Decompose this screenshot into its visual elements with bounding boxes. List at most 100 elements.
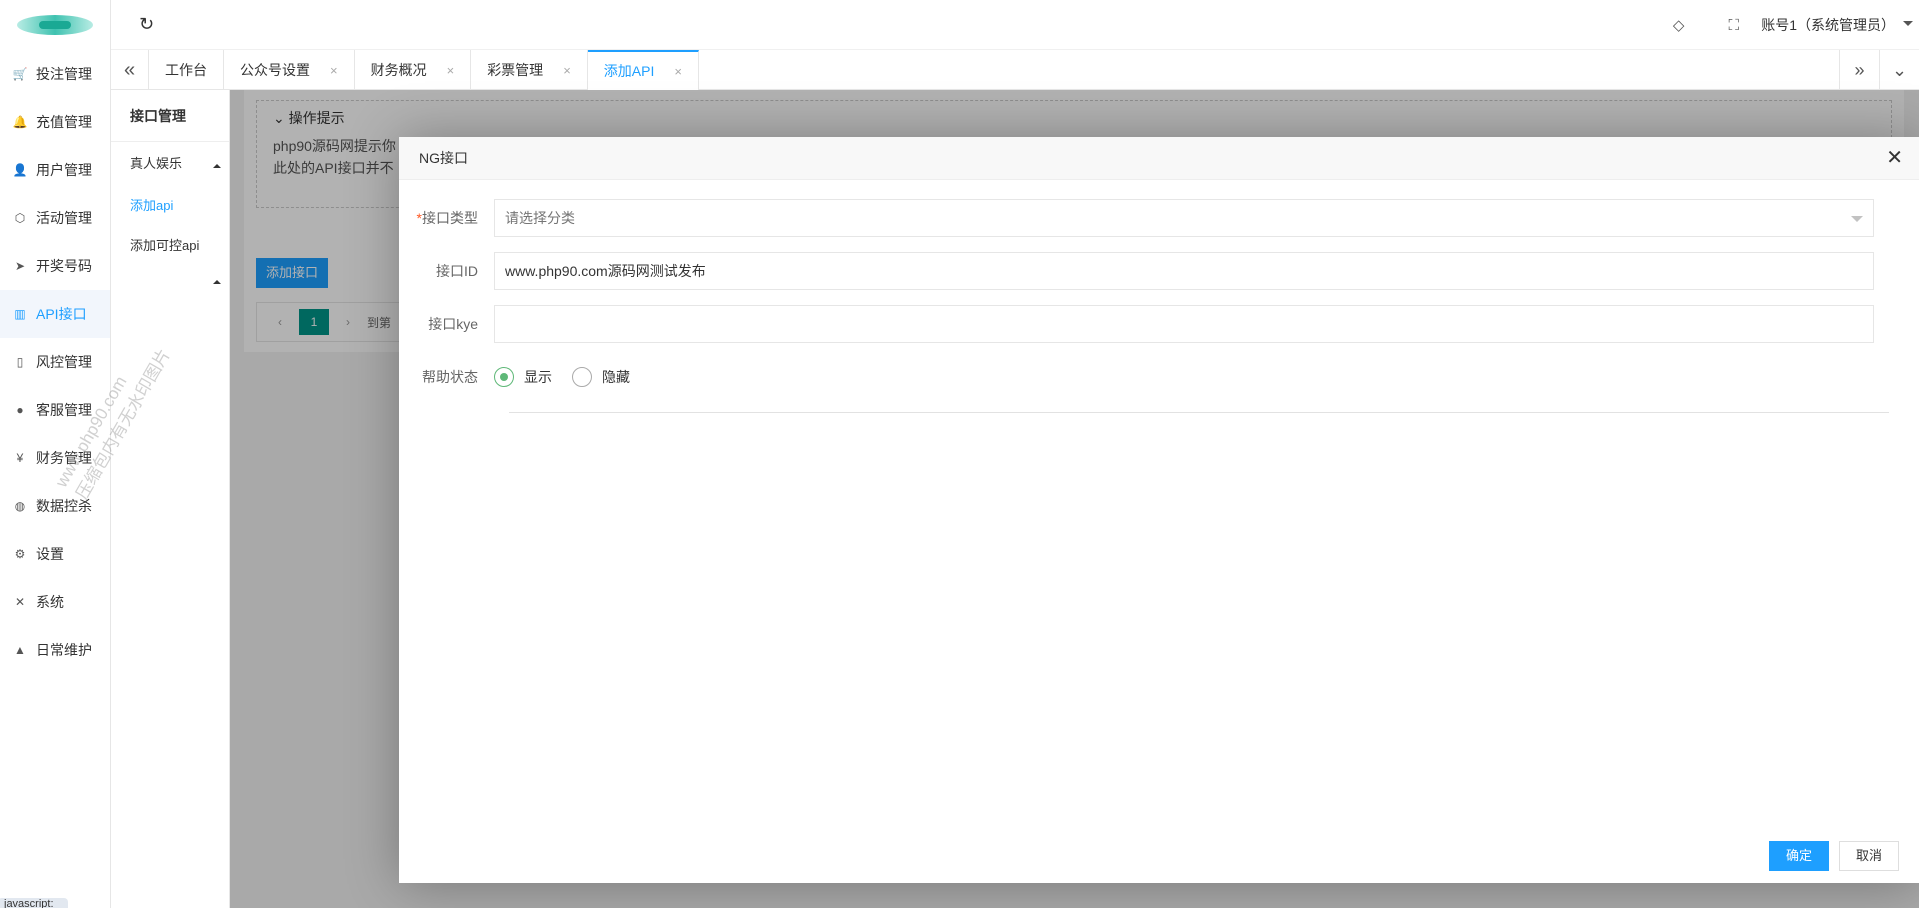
tabs-dropdown-icon[interactable]: ⌄ bbox=[1879, 50, 1919, 90]
tab-list: 工作台 公众号设置 × 财务概况 × 彩票管理 × 添加API × bbox=[149, 50, 699, 90]
form-row-id: 接口ID www.php90.com源码网测试发布 bbox=[399, 252, 1874, 290]
chevron-down-icon bbox=[1851, 216, 1863, 228]
dialog-buttons: 确定 取消 bbox=[1759, 841, 1899, 871]
header-actions: ◇ ⛶ 账号1（系统管理员） bbox=[1651, 0, 1919, 50]
tabs-right-controls: » ⌄ bbox=[1839, 50, 1919, 90]
tab-close-icon[interactable]: × bbox=[447, 63, 455, 78]
api-id-input[interactable]: www.php90.com源码网测试发布 bbox=[494, 252, 1874, 290]
form-row-type: *接口类型 请选择分类 bbox=[399, 199, 1874, 237]
user-icon: 👤 bbox=[12, 163, 28, 177]
sidebar-item[interactable]: ▯ 风控管理 bbox=[0, 338, 110, 386]
sidebar-item[interactable]: ▥ API接口 bbox=[0, 290, 110, 338]
subnav-items: 添加api 添加可控api bbox=[111, 186, 229, 266]
form-divider bbox=[509, 412, 1889, 413]
type-select-placeholder: 请选择分类 bbox=[505, 210, 575, 226]
logo-icon bbox=[17, 15, 93, 35]
tab-label: 工作台 bbox=[165, 62, 207, 78]
tab-label: 彩票管理 bbox=[487, 62, 544, 78]
id-label: 接口ID bbox=[436, 263, 478, 279]
cancel-button[interactable]: 取消 bbox=[1838, 841, 1899, 871]
sidebar-item[interactable]: 🔔 充值管理 bbox=[0, 98, 110, 146]
sidebar-item-label: 客服管理 bbox=[36, 402, 92, 418]
close-icon[interactable]: ✕ bbox=[1886, 137, 1903, 180]
radio-label: 隐藏 bbox=[602, 369, 630, 385]
person-icon: ▲ bbox=[14, 643, 26, 657]
tab[interactable]: 彩票管理 × bbox=[471, 50, 588, 90]
sidebar-item[interactable]: ➤ 开奖号码 bbox=[0, 242, 110, 290]
tools-icon: ✕ bbox=[14, 595, 26, 609]
sidebar-item[interactable]: ⬡ 活动管理 bbox=[0, 194, 110, 242]
bell-icon: 🔔 bbox=[12, 115, 28, 129]
form-row-kye: 接口kye bbox=[399, 305, 1874, 343]
sidebar-item-label: 开奖号码 bbox=[36, 258, 92, 274]
subnav-group-live[interactable]: 真人娱乐 bbox=[111, 142, 229, 186]
yen-icon: ¥ bbox=[16, 451, 24, 465]
sidebar-menu: 🛒 投注管理 🔔 充值管理 👤 用户管理 ⬡ 活动管理 ➤ 开奖号码 ▥ API接口 ▯ 风控管理 ● 客服管… bbox=[0, 50, 110, 674]
tabs-scroll-left-icon[interactable]: « bbox=[111, 50, 149, 90]
sidebar-item-label: 活动管理 bbox=[36, 210, 92, 226]
cart-icon: 🛒 bbox=[12, 67, 28, 81]
cube-icon: ⬡ bbox=[14, 211, 26, 225]
subnav-item[interactable]: 添加api bbox=[111, 186, 229, 226]
sidebar-item-label: 充值管理 bbox=[36, 114, 92, 130]
send-icon: ➤ bbox=[14, 259, 26, 273]
sidebar-item-label: 设置 bbox=[36, 546, 64, 562]
kye-label: 接口kye bbox=[428, 316, 478, 332]
confirm-button[interactable]: 确定 bbox=[1768, 841, 1829, 871]
dialog-header: NG接口 ✕ bbox=[399, 137, 1919, 180]
sidebar-item-label: API接口 bbox=[36, 306, 87, 322]
gear-icon: ⚙ bbox=[14, 547, 26, 561]
sidebar-item[interactable]: 👤 用户管理 bbox=[0, 146, 110, 194]
sidebar-item[interactable]: ✕ 系统 bbox=[0, 578, 110, 626]
sidebar-item[interactable]: ⚙ 设置 bbox=[0, 530, 110, 578]
globe-icon: ◍ bbox=[14, 499, 26, 513]
radio-hide[interactable]: 隐藏 bbox=[572, 367, 630, 387]
sidebar-item-label: 风控管理 bbox=[36, 354, 92, 370]
sidebar-item[interactable]: ▲ 日常维护 bbox=[0, 626, 110, 674]
sidebar-item-label: 系统 bbox=[36, 594, 64, 610]
type-label-text: 接口类型 bbox=[422, 210, 478, 226]
tab-label: 公众号设置 bbox=[240, 62, 310, 78]
radio-unchecked-icon bbox=[572, 367, 592, 387]
radio-label: 显示 bbox=[524, 369, 552, 385]
tab-close-icon[interactable]: × bbox=[563, 63, 571, 78]
type-select[interactable]: 请选择分类 bbox=[494, 199, 1874, 237]
type-label: *接口类型 bbox=[399, 208, 494, 228]
subnav-item[interactable]: 添加可控api bbox=[111, 226, 229, 266]
tab[interactable]: 财务概况 × bbox=[355, 50, 472, 90]
refresh-icon[interactable]: ↻ bbox=[139, 14, 154, 35]
status-badge: javascript: bbox=[0, 898, 68, 908]
tab-label: 财务概况 bbox=[370, 62, 427, 78]
ng-api-dialog: NG接口 ✕ *接口类型 请选择分类 接口ID www.php90.com源码网… bbox=[399, 137, 1919, 883]
user-menu[interactable]: 账号1（系统管理员） bbox=[1761, 15, 1919, 35]
status-label: 帮助状态 bbox=[422, 369, 478, 385]
radio-show[interactable]: 显示 bbox=[494, 367, 552, 387]
form-row-status: 帮助状态 显示 隐藏 bbox=[399, 358, 650, 396]
sidebar-item-label: 日常维护 bbox=[36, 642, 92, 658]
subnav-title: 接口管理 bbox=[111, 90, 229, 142]
fullscreen-icon[interactable]: ⛶ bbox=[1706, 17, 1761, 34]
page-tabs: « 工作台 公众号设置 × 财务概况 × 彩票管理 × 添加API × » ⌄ bbox=[111, 50, 1919, 90]
tab-label: 添加API bbox=[603, 63, 655, 79]
tab[interactable]: 公众号设置 × bbox=[224, 50, 355, 90]
collapse-caret-icon[interactable] bbox=[111, 266, 229, 306]
tabs-scroll-right-icon[interactable]: » bbox=[1839, 50, 1879, 90]
tab[interactable]: 工作台 bbox=[149, 50, 224, 90]
tab-close-icon[interactable]: × bbox=[330, 63, 338, 78]
sidebar-item[interactable]: 🛒 投注管理 bbox=[0, 50, 110, 98]
tag-icon[interactable]: ◇ bbox=[1651, 16, 1706, 34]
phone-icon: ▯ bbox=[16, 355, 24, 369]
status-radio-group: 显示 隐藏 bbox=[494, 367, 650, 387]
tab-close-icon[interactable]: × bbox=[674, 64, 682, 79]
api-kye-input[interactable] bbox=[494, 305, 1874, 343]
dialog-title: NG接口 bbox=[419, 150, 468, 166]
top-header: ↻ ◇ ⛶ 账号1（系统管理员） bbox=[111, 0, 1919, 50]
chat-icon: ● bbox=[16, 403, 24, 417]
sub-navigation: 接口管理 真人娱乐 添加api 添加可控api bbox=[111, 90, 230, 908]
sidebar-item-label: 用户管理 bbox=[36, 162, 92, 178]
radio-checked-icon bbox=[494, 367, 514, 387]
book-icon: ▥ bbox=[14, 307, 26, 321]
logo[interactable] bbox=[0, 0, 110, 50]
sidebar-item-label: 投注管理 bbox=[36, 66, 92, 82]
tab[interactable]: 添加API × bbox=[587, 50, 699, 90]
